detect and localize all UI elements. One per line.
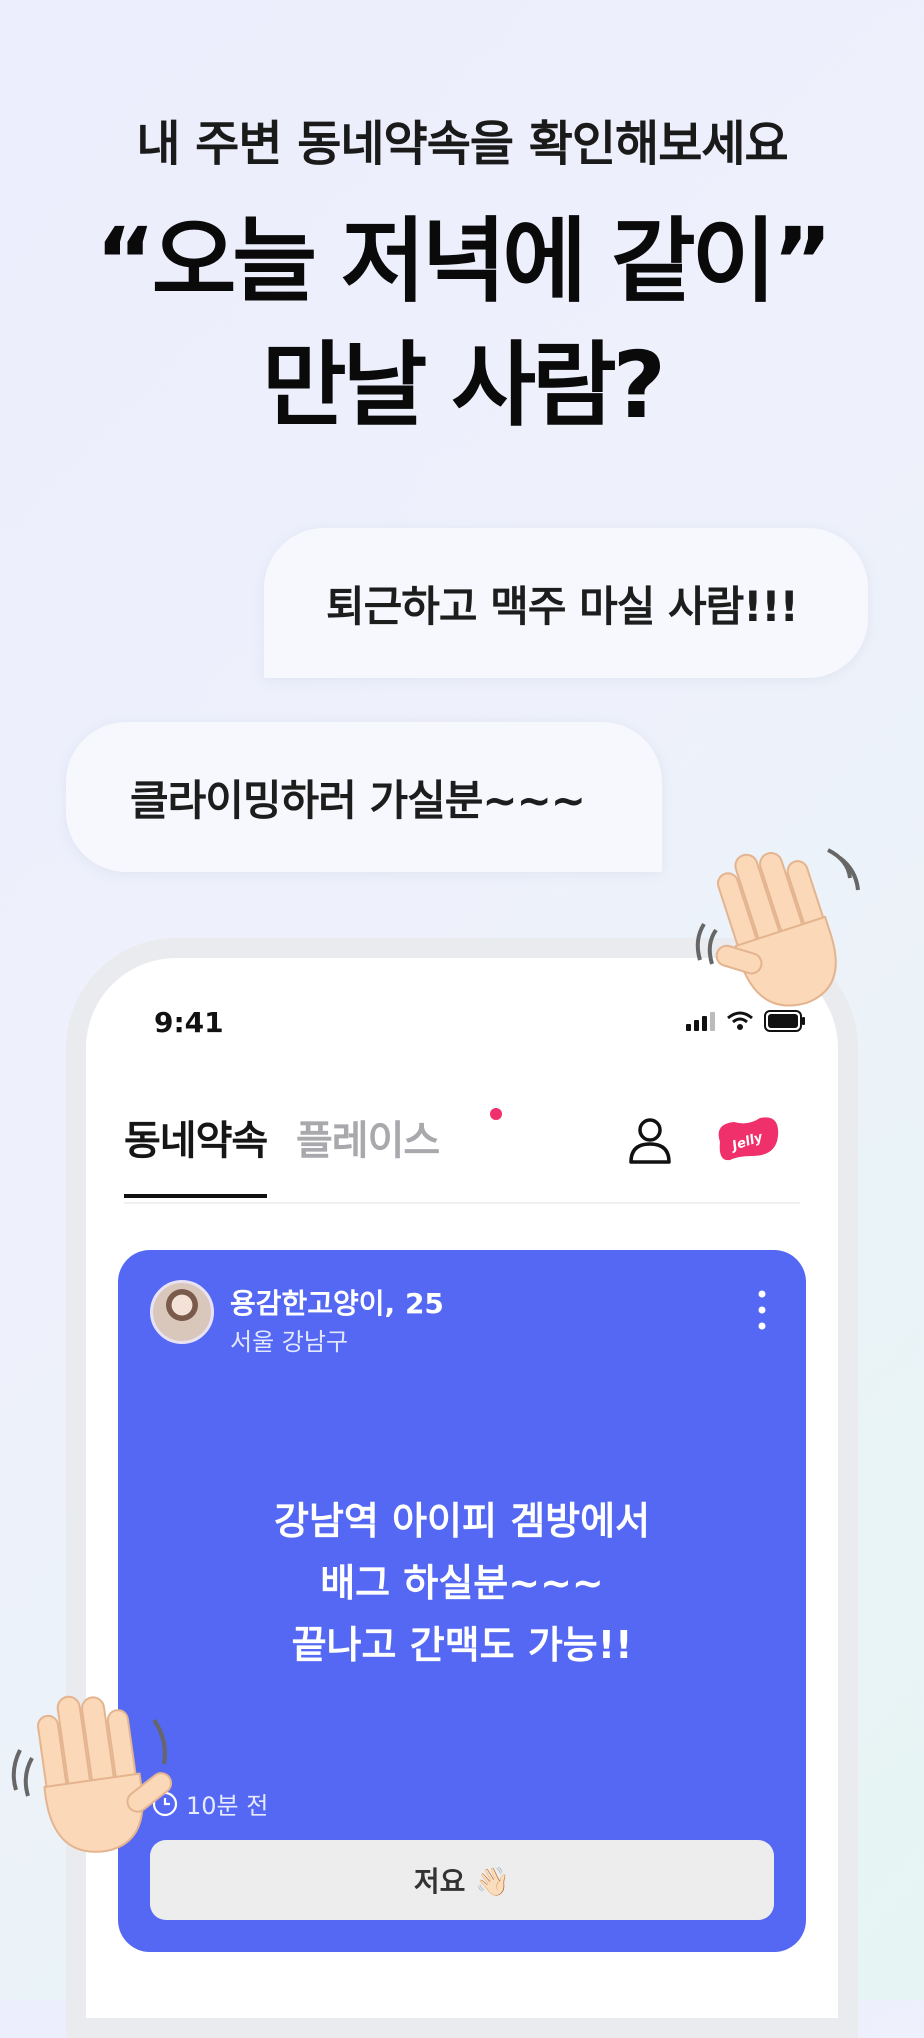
posted-time-label: 10분 전 [186,1792,269,1820]
user-icon[interactable] [628,1116,672,1164]
chat-bubble-beer: 퇴근하고 맥주 마실 사람!!! [264,528,868,678]
post-text-line: 배그 하실분~~~ [320,1561,604,1605]
headline-line-2: 만날 사람? [262,332,666,439]
notification-dot [490,1108,502,1120]
post-location: 서울 강남구 [230,1328,349,1356]
post-text-line: 강남역 아이피 겜방에서 [273,1499,651,1543]
tab-bar: 동네약속 플레이스 Jelly [124,1108,800,1204]
avatar[interactable] [150,1280,214,1344]
post-text-line: 끝나고 간맥도 가능!! [291,1623,633,1667]
chat-bubble-climbing: 클라이밍하러 가실분~~~ [66,722,662,872]
headline: “오늘 저녁에 같이” 만날 사람? [0,200,924,448]
subtitle: 내 주변 동네약속을 확인해보세요 [136,116,788,172]
post-author: 용감한고양이, 25 [230,1287,444,1320]
waving-hand-icon [11,1695,173,1853]
join-button[interactable]: 저요 👋🏻 [150,1840,774,1920]
headline-line-1: “오늘 저녁에 같이” [95,208,832,315]
waving-hand-icon [695,848,860,1007]
post-card[interactable]: 용감한고양이, 25 서울 강남구 강남역 아이피 겜방에서 배그 하실분~~~… [118,1250,806,1952]
more-icon[interactable] [758,1290,766,1330]
jelly-icon[interactable]: Jelly [712,1112,782,1164]
status-time: 9:41 [154,1006,224,1039]
phone-mockup: 9:41 동네약속 플레이스 Jelly 용감한고양이, 25 서울 강남구 강… [66,938,858,2038]
post-text: 강남역 아이피 겜방에서 배그 하실분~~~ 끝나고 간맥도 가능!! [118,1490,806,1676]
tab-neighborhood[interactable]: 동네약속 [124,1108,268,1198]
tab-place[interactable]: 플레이스 [296,1108,440,1166]
